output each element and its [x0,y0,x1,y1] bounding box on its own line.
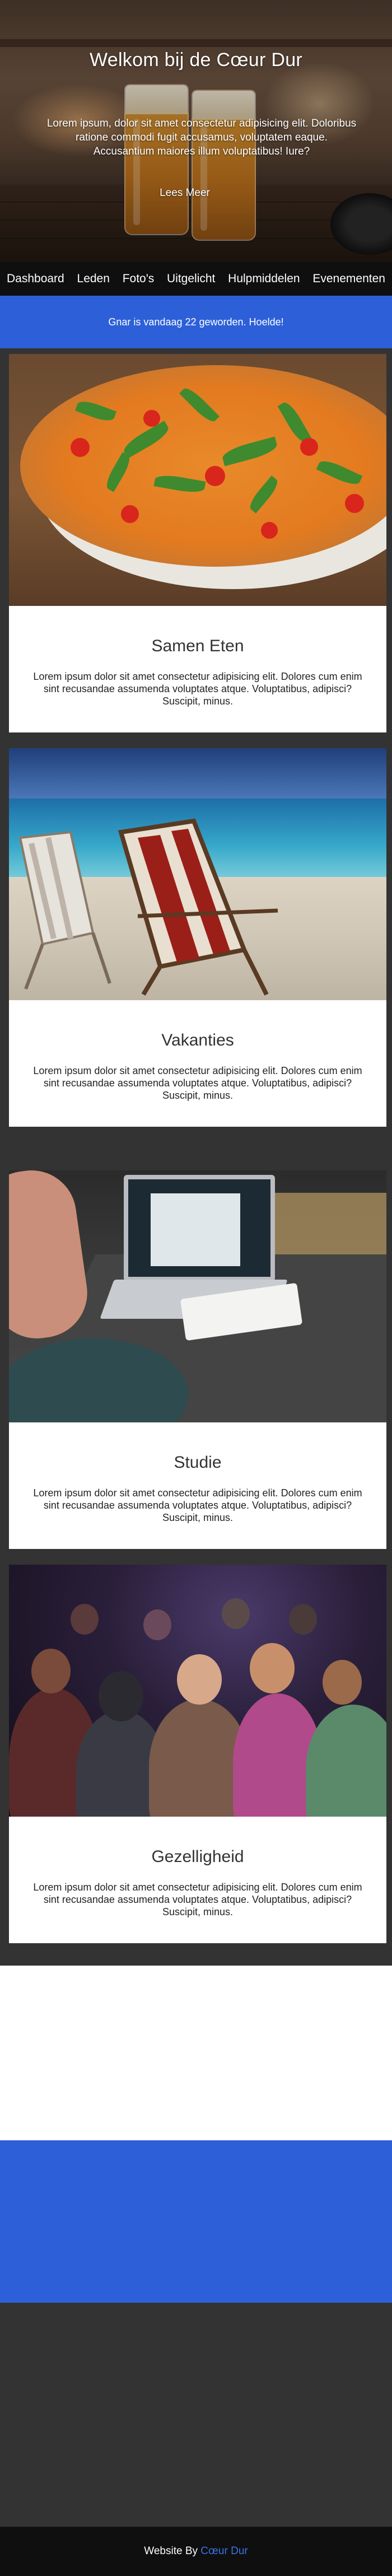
hero-text: Lorem ipsum, dolor sit amet consectetur … [46,118,357,157]
card-text: Lorem ipsum dolor sit amet consectetur a… [33,1882,362,1917]
party-image [9,1565,386,1817]
card-gezelligheid: Gezelligheid Lorem ipsum dolor sit amet … [9,1565,386,1943]
nav-item-dashboard[interactable]: Dashboard [7,272,64,286]
nav-item-hulpmiddelen[interactable]: Hulpmiddelen [228,272,300,286]
pizza-image [9,354,386,606]
announcement-banner: Gnar is vandaag 22 geworden. Hoelde! [0,296,392,348]
card-title: Samen Eten [151,637,244,655]
main-navigation: Dashboard Leden Foto's Uitgelicht Hulpmi… [0,262,392,296]
read-more-button[interactable]: Lees Meer [151,182,218,204]
empty-dark-section [0,2303,392,2527]
empty-blue-section [0,2140,392,2303]
nav-item-evenementen[interactable]: Evenementen [312,272,385,286]
nav-item-uitgelicht[interactable]: Uitgelicht [167,272,215,286]
card-title: Vakanties [161,1031,234,1049]
card-text: Lorem ipsum dolor sit amet consectetur a… [33,1065,362,1101]
nav-item-fotos[interactable]: Foto's [123,272,155,286]
site-footer: Website By Cœur Dur [0,2527,392,2576]
study-image [9,1170,386,1422]
card-text: Lorem ipsum dolor sit amet consectetur a… [33,1487,362,1523]
footer-brand-link[interactable]: Cœur Dur [200,2545,248,2557]
card-title: Gezelligheid [151,1847,244,1866]
nav-item-leden[interactable]: Leden [77,272,110,286]
beach-image [9,748,386,1000]
card-vakanties: Vakanties Lorem ipsum dolor sit amet con… [9,748,386,1127]
card-samen-eten: Samen Eten Lorem ipsum dolor sit amet co… [9,354,386,732]
card-title: Studie [174,1453,222,1472]
empty-white-section [0,1966,392,2140]
hero-title: Welkom bij de Cœur Dur [89,49,303,71]
card-studie: Studie Lorem ipsum dolor sit amet consec… [9,1170,386,1549]
beach-chairs [18,818,278,996]
hero-section: Welkom bij de Cœur Dur Lorem ipsum, dolo… [0,0,392,262]
footer-credit: Website By [144,2545,201,2557]
card-text: Lorem ipsum dolor sit amet consectetur a… [33,671,362,707]
